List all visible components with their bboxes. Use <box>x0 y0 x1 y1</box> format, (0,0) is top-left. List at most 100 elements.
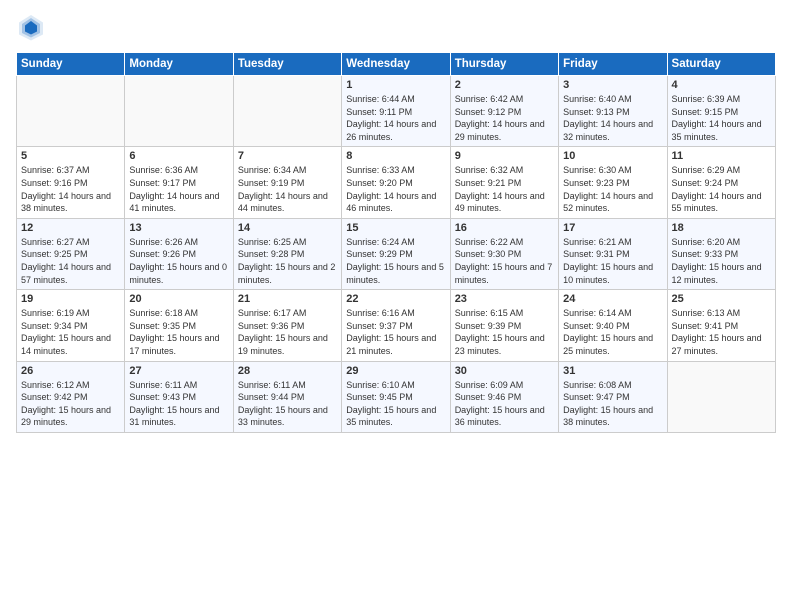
calendar-week-5: 26 Sunrise: 6:12 AM Sunset: 9:42 PM Dayli… <box>17 361 776 432</box>
day-number: 13 <box>129 222 228 234</box>
calendar-cell: 23Sunrise: 6:15 AM Sunset: 9:39 PM Dayli… <box>450 290 558 361</box>
day-info: Sunrise: 6:36 AM Sunset: 9:17 PM Dayligh… <box>129 164 228 214</box>
day-number: 8 <box>346 150 445 162</box>
day-info: Sunrise: 6:20 AM Sunset: 9:33 PM Dayligh… <box>672 236 771 286</box>
calendar-header: SundayMondayTuesdayWednesdayThursdayFrid… <box>17 53 776 76</box>
calendar-cell: 9 Sunrise: 6:32 AM Sunset: 9:21 PM Daylig… <box>450 147 558 218</box>
header-cell-saturday: Saturday <box>667 53 775 76</box>
day-info: Sunrise: 6:33 AM Sunset: 9:20 PM Dayligh… <box>346 164 445 214</box>
header-cell-tuesday: Tuesday <box>233 53 341 76</box>
calendar-week-1: 1 Sunrise: 6:44 AM Sunset: 9:11 PM Daylig… <box>17 76 776 147</box>
calendar-cell: 5 Sunrise: 6:37 AM Sunset: 9:16 PM Daylig… <box>17 147 125 218</box>
day-info: Sunrise: 6:42 AM Sunset: 9:12 PM Dayligh… <box>455 93 554 143</box>
day-number: 3 <box>563 79 662 91</box>
calendar-week-2: 5 Sunrise: 6:37 AM Sunset: 9:16 PM Daylig… <box>17 147 776 218</box>
calendar-cell: 11 Sunrise: 6:29 AM Sunset: 9:24 PM Dayli… <box>667 147 775 218</box>
day-info: Sunrise: 6:32 AM Sunset: 9:21 PM Dayligh… <box>455 164 554 214</box>
day-info: Sunrise: 6:44 AM Sunset: 9:11 PM Dayligh… <box>346 93 445 143</box>
day-info: Sunrise: 6:12 AM Sunset: 9:42 PM Dayligh… <box>21 379 120 429</box>
calendar-week-3: 12 Sunrise: 6:27 AM Sunset: 9:25 PM Dayli… <box>17 218 776 289</box>
day-info: Sunrise: 6:08 AM Sunset: 9:47 PM Dayligh… <box>563 379 662 429</box>
calendar-cell: 16 Sunrise: 6:22 AM Sunset: 9:30 PM Dayli… <box>450 218 558 289</box>
header-cell-wednesday: Wednesday <box>342 53 450 76</box>
calendar-cell: 2Sunrise: 6:42 AM Sunset: 9:12 PM Daylig… <box>450 76 558 147</box>
day-info: Sunrise: 6:09 AM Sunset: 9:46 PM Dayligh… <box>455 379 554 429</box>
calendar-cell: 14Sunrise: 6:25 AM Sunset: 9:28 PM Dayli… <box>233 218 341 289</box>
calendar-cell: 1 Sunrise: 6:44 AM Sunset: 9:11 PM Daylig… <box>342 76 450 147</box>
day-info: Sunrise: 6:30 AM Sunset: 9:23 PM Dayligh… <box>563 164 662 214</box>
calendar-cell: 12 Sunrise: 6:27 AM Sunset: 9:25 PM Dayli… <box>17 218 125 289</box>
calendar-cell: 21 Sunrise: 6:17 AM Sunset: 9:36 PM Dayli… <box>233 290 341 361</box>
day-info: Sunrise: 6:17 AM Sunset: 9:36 PM Dayligh… <box>238 307 337 357</box>
calendar-body: 1 Sunrise: 6:44 AM Sunset: 9:11 PM Daylig… <box>17 76 776 433</box>
day-number: 12 <box>21 222 120 234</box>
calendar-cell: 8 Sunrise: 6:33 AM Sunset: 9:20 PM Daylig… <box>342 147 450 218</box>
day-number: 24 <box>563 293 662 305</box>
day-info: Sunrise: 6:34 AM Sunset: 9:19 PM Dayligh… <box>238 164 337 214</box>
day-number: 7 <box>238 150 337 162</box>
page: SundayMondayTuesdayWednesdayThursdayFrid… <box>0 0 792 612</box>
calendar-cell: 22 Sunrise: 6:16 AM Sunset: 9:37 PM Dayli… <box>342 290 450 361</box>
calendar-cell: 20 Sunrise: 6:18 AM Sunset: 9:35 PM Dayli… <box>125 290 233 361</box>
day-info: Sunrise: 6:10 AM Sunset: 9:45 PM Dayligh… <box>346 379 445 429</box>
day-number: 26 <box>21 365 120 377</box>
day-number: 5 <box>21 150 120 162</box>
day-number: 19 <box>21 293 120 305</box>
calendar-cell: 27 Sunrise: 6:11 AM Sunset: 9:43 PM Dayli… <box>125 361 233 432</box>
day-number: 28 <box>238 365 337 377</box>
logo-icon <box>16 12 46 42</box>
day-number: 11 <box>672 150 771 162</box>
day-info: Sunrise: 6:27 AM Sunset: 9:25 PM Dayligh… <box>21 236 120 286</box>
day-number: 4 <box>672 79 771 91</box>
calendar-cell: 4 Sunrise: 6:39 AM Sunset: 9:15 PM Daylig… <box>667 76 775 147</box>
day-number: 27 <box>129 365 228 377</box>
calendar-cell <box>233 76 341 147</box>
day-info: Sunrise: 6:40 AM Sunset: 9:13 PM Dayligh… <box>563 93 662 143</box>
calendar-cell: 3 Sunrise: 6:40 AM Sunset: 9:13 PM Daylig… <box>559 76 667 147</box>
day-info: Sunrise: 6:11 AM Sunset: 9:43 PM Dayligh… <box>129 379 228 429</box>
calendar-cell <box>17 76 125 147</box>
calendar-cell: 30 Sunrise: 6:09 AM Sunset: 9:46 PM Dayli… <box>450 361 558 432</box>
header-cell-sunday: Sunday <box>17 53 125 76</box>
day-info: Sunrise: 6:16 AM Sunset: 9:37 PM Dayligh… <box>346 307 445 357</box>
day-number: 1 <box>346 79 445 91</box>
day-info: Sunrise: 6:11 AM Sunset: 9:44 PM Dayligh… <box>238 379 337 429</box>
calendar-cell: 6 Sunrise: 6:36 AM Sunset: 9:17 PM Daylig… <box>125 147 233 218</box>
header <box>16 12 776 42</box>
day-number: 15 <box>346 222 445 234</box>
day-info: Sunrise: 6:13 AM Sunset: 9:41 PM Dayligh… <box>672 307 771 357</box>
day-info: Sunrise: 6:29 AM Sunset: 9:24 PM Dayligh… <box>672 164 771 214</box>
day-number: 6 <box>129 150 228 162</box>
day-number: 22 <box>346 293 445 305</box>
day-number: 17 <box>563 222 662 234</box>
day-number: 21 <box>238 293 337 305</box>
calendar-cell: 18Sunrise: 6:20 AM Sunset: 9:33 PM Dayli… <box>667 218 775 289</box>
calendar-cell: 7 Sunrise: 6:34 AM Sunset: 9:19 PM Daylig… <box>233 147 341 218</box>
day-info: Sunrise: 6:24 AM Sunset: 9:29 PM Dayligh… <box>346 236 445 286</box>
calendar-cell: 26 Sunrise: 6:12 AM Sunset: 9:42 PM Dayli… <box>17 361 125 432</box>
day-number: 20 <box>129 293 228 305</box>
calendar-cell: 28 Sunrise: 6:11 AM Sunset: 9:44 PM Dayli… <box>233 361 341 432</box>
day-info: Sunrise: 6:19 AM Sunset: 9:34 PM Dayligh… <box>21 307 120 357</box>
day-number: 16 <box>455 222 554 234</box>
calendar-week-4: 19 Sunrise: 6:19 AM Sunset: 9:34 PM Dayli… <box>17 290 776 361</box>
calendar-cell: 19 Sunrise: 6:19 AM Sunset: 9:34 PM Dayli… <box>17 290 125 361</box>
calendar-cell: 13Sunrise: 6:26 AM Sunset: 9:26 PM Dayli… <box>125 218 233 289</box>
calendar-cell: 24Sunrise: 6:14 AM Sunset: 9:40 PM Dayli… <box>559 290 667 361</box>
calendar-table: SundayMondayTuesdayWednesdayThursdayFrid… <box>16 52 776 433</box>
day-info: Sunrise: 6:37 AM Sunset: 9:16 PM Dayligh… <box>21 164 120 214</box>
header-cell-friday: Friday <box>559 53 667 76</box>
day-info: Sunrise: 6:15 AM Sunset: 9:39 PM Dayligh… <box>455 307 554 357</box>
day-info: Sunrise: 6:22 AM Sunset: 9:30 PM Dayligh… <box>455 236 554 286</box>
calendar-cell: 25Sunrise: 6:13 AM Sunset: 9:41 PM Dayli… <box>667 290 775 361</box>
day-info: Sunrise: 6:18 AM Sunset: 9:35 PM Dayligh… <box>129 307 228 357</box>
logo <box>16 12 50 42</box>
calendar-cell: 10 Sunrise: 6:30 AM Sunset: 9:23 PM Dayli… <box>559 147 667 218</box>
day-number: 30 <box>455 365 554 377</box>
day-number: 9 <box>455 150 554 162</box>
day-info: Sunrise: 6:39 AM Sunset: 9:15 PM Dayligh… <box>672 93 771 143</box>
calendar-cell: 29Sunrise: 6:10 AM Sunset: 9:45 PM Dayli… <box>342 361 450 432</box>
day-number: 31 <box>563 365 662 377</box>
calendar-cell <box>125 76 233 147</box>
day-number: 10 <box>563 150 662 162</box>
